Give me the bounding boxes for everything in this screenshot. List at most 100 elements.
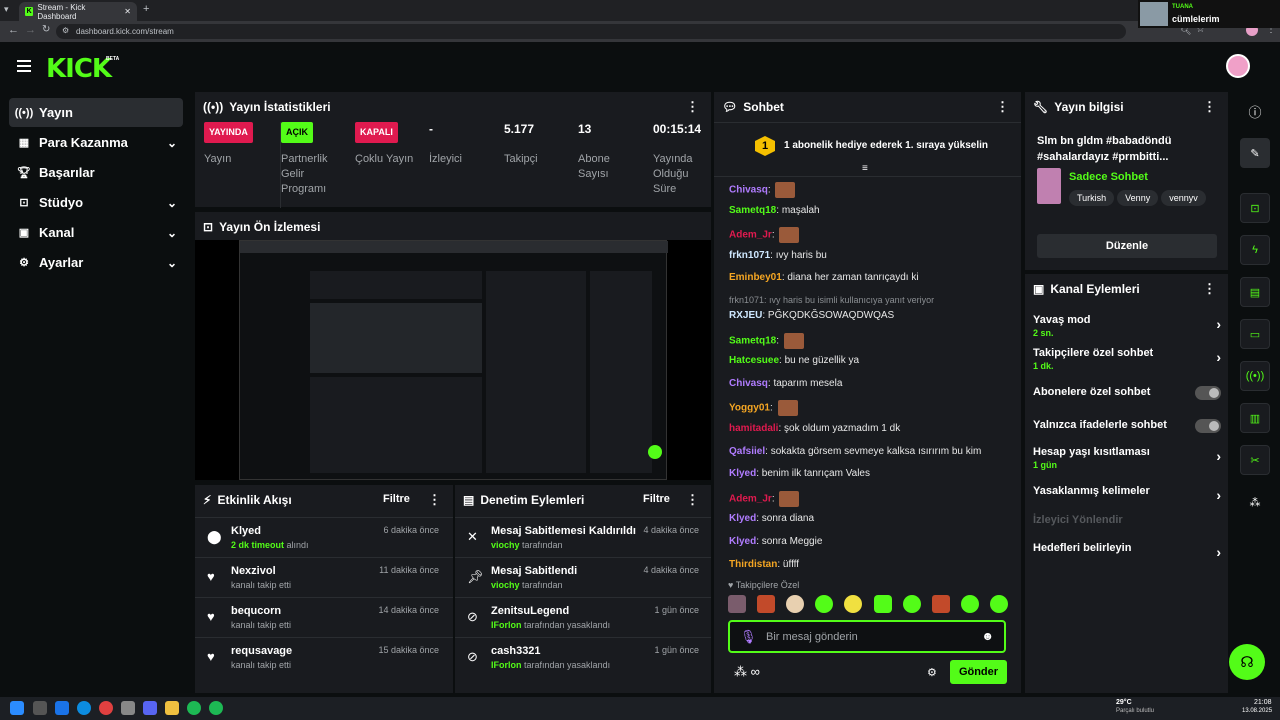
- broadcast-icon[interactable]: ((•)): [1240, 361, 1270, 391]
- chat-username[interactable]: Qafsiiel: [729, 446, 765, 457]
- chat-icon[interactable]: ▭: [1240, 319, 1270, 349]
- reload-icon[interactable]: ↻: [42, 24, 50, 35]
- chat-message[interactable]: Yoggy01:: [729, 400, 798, 417]
- wrench-icon[interactable]: ✂: [1240, 445, 1270, 475]
- chat-username[interactable]: RXJEU: [729, 310, 762, 321]
- more-options-icon[interactable]: ⋮: [686, 99, 699, 115]
- chat-username[interactable]: Klyed: [729, 536, 756, 547]
- studio-icon[interactable]: ⊡: [1240, 193, 1270, 223]
- chat-username[interactable]: Adem_Jr: [729, 493, 772, 504]
- chat-username[interactable]: Sametq18: [729, 335, 776, 346]
- hamburger-menu-icon[interactable]: [17, 60, 31, 72]
- action-followers-only[interactable]: Takipçilere özel sohbet 1 dk. ›: [1033, 347, 1221, 371]
- search-icon[interactable]: [33, 701, 47, 715]
- chat-username[interactable]: Klyed: [729, 513, 756, 524]
- action-account-age[interactable]: Hesap yaşı kısıtlaması 1 gün ›: [1033, 446, 1221, 470]
- list-item[interactable]: ⊘ ZenitsuLegend IForlon tarafından yasak…: [455, 597, 711, 637]
- more-options-icon[interactable]: ⋮: [428, 492, 441, 508]
- tag[interactable]: Venny: [1117, 190, 1159, 206]
- emote-icon[interactable]: [844, 595, 863, 613]
- chat-message[interactable]: Chivasq:: [729, 182, 796, 198]
- discord-icon[interactable]: [143, 701, 157, 715]
- chat-message[interactable]: RXJEU: PĞKQDKĞSOWAQDWQAS: [729, 310, 894, 321]
- more-options-icon[interactable]: ⋮: [686, 492, 699, 508]
- chat-message[interactable]: Klyed: sonra diana: [729, 513, 814, 524]
- chat-message[interactable]: Chivasq: taparım mesela: [729, 378, 842, 389]
- back-icon[interactable]: ←: [8, 24, 19, 36]
- spotify-icon[interactable]: [187, 701, 201, 715]
- list-item[interactable]: ♥ bequcorn kanalı takip etti 14 dakika ö…: [195, 597, 453, 637]
- gift-banner[interactable]: 1 1 abonelik hediye ederek 1. sıraya yük…: [714, 122, 1021, 177]
- emoji-icon[interactable]: ☻: [981, 629, 994, 643]
- emote-icon[interactable]: [960, 595, 979, 613]
- emote-icon[interactable]: [815, 595, 834, 613]
- chat-message[interactable]: Eminbey01: diana her zaman tanrıçaydı ki: [729, 272, 919, 283]
- list-item[interactable]: ⊘ cash3321 IForlon tarafından yasaklandı…: [455, 637, 711, 677]
- browser-tab[interactable]: K Stream - Kick Dashboard ✕: [19, 2, 137, 21]
- list-item[interactable]: 📌︎ Mesaj Sabitlendi viochy tarafından 4 …: [455, 557, 711, 597]
- sidebar-item-studyo[interactable]: ⊡ Stüdyo ⌄: [9, 188, 183, 217]
- shapes-icon[interactable]: ⁂: [1240, 487, 1270, 517]
- list-item[interactable]: ♥ requsavage kanalı takip etti 15 dakika…: [195, 637, 453, 677]
- send-button[interactable]: Gönder: [950, 660, 1007, 684]
- chat-message[interactable]: Klyed: benim ilk tanrıçam Vales: [729, 468, 870, 479]
- chat-message[interactable]: Adem_Jr:: [729, 227, 800, 244]
- pencil-icon[interactable]: ✎: [1240, 138, 1270, 168]
- taskbar-app-icon[interactable]: [121, 701, 135, 715]
- spotify-icon[interactable]: [209, 701, 223, 715]
- subscribers-only-toggle[interactable]: [1195, 386, 1221, 400]
- chat-username[interactable]: Adem_Jr: [729, 230, 772, 241]
- chat-message[interactable]: Sametq18:: [729, 332, 804, 349]
- lightning-icon[interactable]: ϟ: [1240, 235, 1270, 265]
- emote-icon[interactable]: [902, 595, 921, 613]
- emote-icon[interactable]: [989, 595, 1008, 613]
- emotes-only-toggle[interactable]: [1195, 419, 1221, 433]
- chat-username[interactable]: Sametq18: [729, 205, 776, 216]
- kick-logo[interactable]: KICK: [46, 54, 112, 84]
- sidebar-item-ayarlar[interactable]: ⚙ Ayarlar ⌄: [9, 248, 183, 277]
- tag[interactable]: Turkish: [1069, 190, 1115, 206]
- list-item[interactable]: ✕ Mesaj Sabitlemesi Kaldırıldı viochy ta…: [455, 517, 711, 557]
- category-thumbnail[interactable]: [1037, 168, 1061, 204]
- document-icon[interactable]: ▤: [1240, 277, 1270, 307]
- microphone-icon[interactable]: 🎙︎: [740, 629, 757, 645]
- new-tab-icon[interactable]: +: [143, 3, 149, 15]
- more-options-icon[interactable]: ⋮: [1203, 99, 1216, 115]
- action-banned-words[interactable]: Yasaklanmış kelimeler ›: [1033, 485, 1221, 503]
- sidebar-item-para-kazanma[interactable]: ▦ Para Kazanma ⌄: [9, 128, 183, 157]
- close-tab-icon[interactable]: ✕: [124, 7, 131, 16]
- filter-button[interactable]: Filtre: [383, 493, 410, 505]
- chat-message[interactable]: Sametq18: maşalah: [729, 205, 820, 216]
- forward-icon[interactable]: →: [25, 24, 36, 36]
- emote-icon[interactable]: [873, 595, 892, 613]
- tag[interactable]: vennyv: [1161, 190, 1206, 206]
- more-options-icon[interactable]: ⋮: [1203, 281, 1216, 297]
- sidebar-item-yayin[interactable]: ((•)) Yayın: [9, 98, 183, 127]
- edge-icon[interactable]: [77, 701, 91, 715]
- points-icon[interactable]: ⁂ ∞: [734, 664, 760, 680]
- chat-message[interactable]: Qafsiiel: sokakta görsem sevmeye kalksa …: [729, 446, 981, 457]
- windows-start-icon[interactable]: [10, 701, 24, 715]
- chat-username[interactable]: Thirdistan: [729, 559, 777, 570]
- edit-button[interactable]: Düzenle: [1037, 234, 1217, 258]
- chat-message[interactable]: Thirdistan: üffff: [729, 559, 799, 570]
- sidebar-item-basarilar[interactable]: 🏆︎ Başarılar: [9, 158, 183, 187]
- info-icon[interactable]: ⓘ: [1240, 96, 1270, 126]
- support-headset-icon[interactable]: ☊: [1229, 644, 1265, 680]
- emote-icon[interactable]: [757, 595, 776, 613]
- emote-icon[interactable]: [931, 595, 950, 613]
- more-options-icon[interactable]: ⋮: [996, 99, 1009, 115]
- emote-icon[interactable]: [728, 595, 746, 613]
- filter-button[interactable]: Filtre: [643, 493, 670, 505]
- list-item[interactable]: ♥ Nexzivol kanalı takip etti 11 dakika ö…: [195, 557, 453, 597]
- list-item[interactable]: ⬤ Klyed 2 dk timeout alındı 6 dakika önc…: [195, 517, 453, 557]
- chat-username[interactable]: Eminbey01: [729, 272, 782, 283]
- chat-message-list[interactable]: Chivasq: Sametq18: maşalah Adem_Jr: frkn1…: [714, 180, 1021, 580]
- chat-username[interactable]: Chivasq: [729, 378, 768, 389]
- chat-username[interactable]: Klyed: [729, 468, 756, 479]
- action-goals[interactable]: Hedefleri belirleyin ›: [1033, 542, 1221, 560]
- chat-message[interactable]: hamitadali: şok oldum yazmadım 1 dk: [729, 423, 900, 434]
- chrome-icon[interactable]: [99, 701, 113, 715]
- chat-message[interactable]: Hatcesuee: bu ne güzellik ya: [729, 355, 859, 366]
- folder-icon[interactable]: [165, 701, 179, 715]
